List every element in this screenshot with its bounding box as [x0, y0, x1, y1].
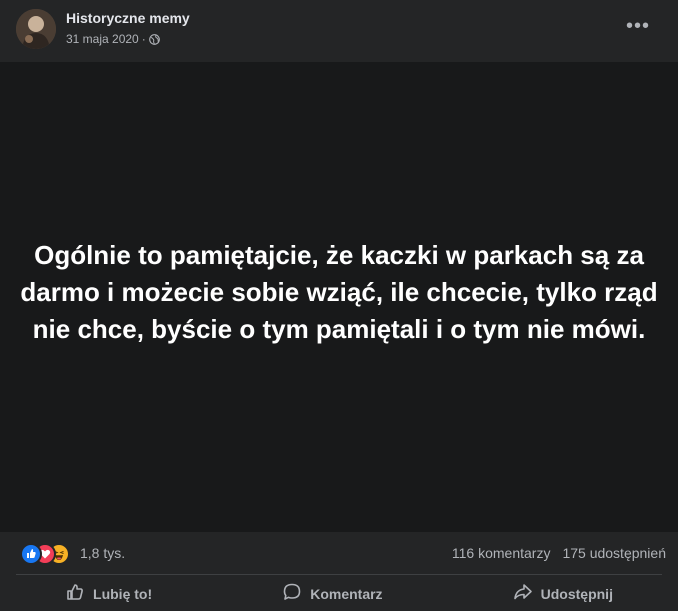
- page-name-link[interactable]: Historyczne memy: [66, 10, 190, 26]
- like-icon: [20, 543, 42, 565]
- meta-separator: ·: [141, 32, 146, 46]
- comment-button[interactable]: Komentarz: [264, 578, 400, 610]
- globe-icon: [148, 33, 160, 45]
- reaction-icons[interactable]: [20, 543, 78, 565]
- post-meta: 31 maja 2020 ·: [66, 32, 160, 46]
- action-bar: Lubię to! Komentarz Udostępnij: [0, 576, 678, 611]
- share-icon: [513, 582, 533, 605]
- like-button[interactable]: Lubię to!: [47, 578, 170, 610]
- post-text: Ogólnie to pamiętajcie, że kaczki w park…: [20, 239, 658, 344]
- like-label: Lubię to!: [93, 585, 153, 602]
- comment-label: Komentarz: [310, 585, 383, 602]
- more-dots-icon[interactable]: •••: [620, 12, 656, 40]
- post-image[interactable]: Ogólnie to pamiętajcie, że kaczki w park…: [0, 62, 678, 532]
- share-label: Udostępnij: [540, 585, 613, 602]
- share-button[interactable]: Udostępnij: [495, 578, 631, 610]
- page-avatar[interactable]: [16, 9, 56, 49]
- thumbs-up-icon: [65, 582, 85, 605]
- share-count[interactable]: 175 udostępnień: [562, 545, 666, 561]
- post-header: Historyczne memy 31 maja 2020 · •••: [0, 0, 678, 62]
- divider: [16, 574, 662, 575]
- comment-count[interactable]: 116 komentarzy: [452, 545, 551, 561]
- post-date[interactable]: 31 maja 2020: [66, 32, 139, 46]
- reaction-count[interactable]: 1,8 tys.: [80, 545, 125, 561]
- reactions-bar: 1,8 tys. 116 komentarzy 175 udostępnień: [0, 532, 678, 574]
- comment-icon: [282, 582, 302, 605]
- post-stats: 116 komentarzy 175 udostępnień: [452, 545, 666, 561]
